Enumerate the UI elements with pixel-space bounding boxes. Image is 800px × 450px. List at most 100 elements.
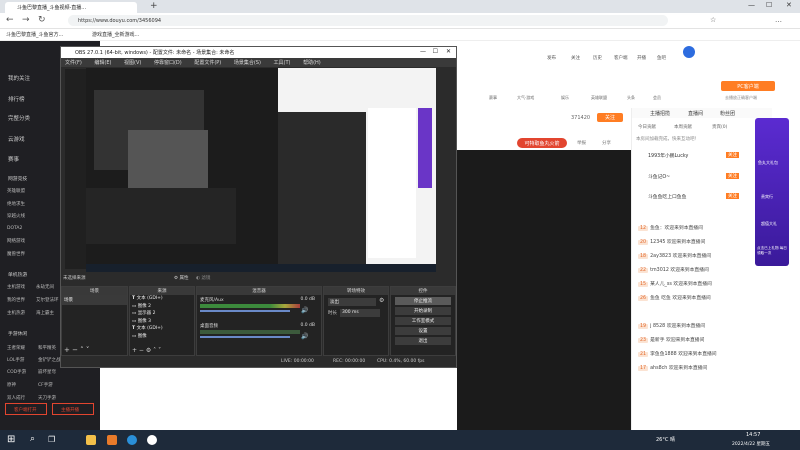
sidebar-link[interactable]: 海上霸主: [36, 310, 54, 316]
category-item[interactable]: 头条: [627, 95, 635, 101]
source-item[interactable]: ▭ 图像 2: [132, 303, 192, 311]
sidebar-link[interactable]: 主机游戏: [7, 284, 25, 290]
obs-menu-help[interactable]: 帮助(H): [303, 60, 321, 66]
forward-icon[interactable]: →: [22, 15, 30, 25]
header-icon-label[interactable]: 客户端: [614, 55, 628, 61]
client-open-button[interactable]: 客户端打开: [5, 403, 47, 415]
file-explorer-icon[interactable]: [86, 435, 96, 445]
promo-item[interactable]: 贵宾行: [761, 194, 773, 200]
reload-icon[interactable]: ↻: [38, 15, 46, 25]
sidebar-link[interactable]: 金铲铲之战: [38, 357, 61, 363]
minimize-icon[interactable]: —: [748, 1, 755, 9]
chat-subtab[interactable]: 今日贡献: [638, 124, 656, 130]
sidebar-link[interactable]: 艾尔登法环: [36, 297, 59, 303]
source-item[interactable]: ▭ 图像: [132, 333, 192, 341]
category-item[interactable]: 娱乐: [561, 95, 569, 101]
promo-panel[interactable]: 鱼丸大礼包 贵宾行 超值大礼 点击已上礼物 每日领取一次: [755, 118, 789, 266]
obs-close-icon[interactable]: ✕: [446, 48, 451, 55]
filters-button[interactable]: ◐ 滤镜: [196, 275, 210, 281]
sidebar-link[interactable]: 天刀手游: [38, 395, 56, 401]
sidebar-link[interactable]: 和平精英: [38, 345, 56, 351]
obs-icon[interactable]: [147, 435, 157, 445]
clock-date[interactable]: 2022/4/22 星期五: [732, 441, 770, 447]
sidebar-link[interactable]: DOTA2: [7, 226, 22, 231]
header-icon-label[interactable]: 鱼吧: [657, 55, 666, 61]
category-item[interactable]: 会员: [653, 95, 661, 101]
sidebar-link[interactable]: CF手游: [38, 382, 53, 388]
new-tab-icon[interactable]: +: [150, 1, 158, 11]
sidebar-link[interactable]: 双人成行: [7, 395, 25, 401]
sidebar-link[interactable]: 英雄联盟: [7, 188, 25, 194]
properties-button[interactable]: ⚙ 属性: [174, 275, 188, 281]
obs-maximize-icon[interactable]: ☐: [433, 48, 438, 55]
browser-tab[interactable]: 斗鱼巴黎直播_斗鱼视频-直播...: [5, 2, 137, 13]
header-icon-label[interactable]: 开播: [637, 55, 646, 61]
duration-input[interactable]: 300 ms: [340, 309, 380, 317]
more-icon[interactable]: …: [775, 16, 782, 24]
favorite-icon[interactable]: ☆: [710, 16, 716, 24]
studio-mode-button[interactable]: 工作室模式: [395, 317, 451, 325]
sidebar-link[interactable]: 原神: [7, 382, 16, 388]
obs-menu-file[interactable]: 文件(F): [65, 60, 82, 66]
stop-streaming-button[interactable]: 停止推流: [395, 297, 451, 305]
category-item[interactable]: 英雄联盟: [591, 95, 607, 101]
category-item[interactable]: 大气·游戏: [517, 95, 534, 101]
bookmark-item[interactable]: 游戏直播_全新游戏...: [92, 31, 139, 38]
sidebar-item-categories[interactable]: 完整分类: [8, 114, 30, 122]
sidebar-item-cloud-game[interactable]: 云游戏: [8, 135, 25, 143]
clock-time[interactable]: 14:57: [746, 432, 760, 438]
obs-menu-docks[interactable]: 停靠窗口(D): [154, 60, 182, 66]
app-icon[interactable]: [107, 435, 117, 445]
sidebar-link[interactable]: 王者荣耀: [7, 345, 25, 351]
sidebar-link[interactable]: 崩坏星穹: [38, 369, 56, 375]
mixer-volume-slider[interactable]: [200, 310, 290, 312]
sidebar-link[interactable]: LOL手游: [7, 357, 24, 363]
chat-tab[interactable]: 主播招揽: [650, 110, 670, 117]
report-link[interactable]: 举报: [577, 140, 586, 146]
sidebar-item-esports[interactable]: 赛事: [8, 155, 19, 163]
sidebar-link[interactable]: 我的世界: [7, 297, 25, 303]
category-item[interactable]: 赛事: [489, 95, 497, 101]
source-item[interactable]: T 文本 (GDI+): [132, 295, 192, 303]
sidebar-item-rank[interactable]: 排行榜: [8, 95, 25, 103]
obs-menu-scene-collection[interactable]: 场景集合(S): [234, 60, 261, 66]
chat-tab[interactable]: 粉丝团: [720, 110, 735, 117]
search-icon[interactable]: ⌕: [30, 434, 35, 444]
maximize-icon[interactable]: ☐: [766, 1, 772, 9]
rank-name[interactable]: 斗鱼鱼吃上口鱼鱼: [648, 193, 686, 200]
obs-menu-edit[interactable]: 编辑(E): [94, 60, 111, 66]
mixer-volume-slider[interactable]: [200, 336, 290, 338]
close-icon[interactable]: ✕: [786, 1, 792, 9]
obs-menu-profile[interactable]: 配置文件(P): [194, 60, 221, 66]
follow-button[interactable]: 关注: [597, 113, 623, 122]
obs-preview[interactable]: [86, 68, 436, 272]
video-player[interactable]: [457, 150, 631, 430]
sidebar-link[interactable]: 穿越火线: [7, 213, 25, 219]
source-item[interactable]: ▭ 图像 3: [132, 318, 192, 326]
sidebar-link[interactable]: 网络游戏: [7, 238, 25, 244]
bookmark-item[interactable]: 斗鱼巴黎直播_斗鱼官方...: [6, 31, 63, 38]
scene-add-remove-icons[interactable]: + − ˄ ˅: [64, 346, 89, 354]
sidebar-link[interactable]: 永劫无间: [36, 284, 54, 290]
promo-item[interactable]: 鱼丸大礼包: [758, 160, 778, 166]
transition-select[interactable]: 淡出: [328, 298, 376, 306]
start-recording-button[interactable]: 开始录制: [395, 307, 451, 315]
source-add-remove-icons[interactable]: + − ⚙ ˄ ˅: [132, 347, 161, 354]
sidebar-link[interactable]: 主机热游: [7, 310, 25, 316]
scene-item[interactable]: 场景: [62, 295, 127, 305]
speaker-icon[interactable]: 🔊: [301, 307, 308, 314]
obs-menu-view[interactable]: 视图(V): [124, 60, 141, 66]
weather-widget[interactable]: 26°C 晴: [656, 436, 675, 443]
sidebar-link[interactable]: 绝地求生: [7, 201, 25, 207]
chat-subtab[interactable]: 贵宾(0): [712, 124, 727, 130]
rank-name[interactable]: 1993年小鹏Lucky: [648, 152, 688, 159]
gift-button[interactable]: 可特取鱼丸火箭: [517, 138, 567, 148]
rank-name[interactable]: 斗鱼记O~: [648, 173, 670, 180]
chat-tab[interactable]: 直播间: [688, 110, 703, 117]
speaker-icon[interactable]: 🔊: [301, 333, 308, 340]
sidebar-item-follow[interactable]: 我的关注: [8, 74, 30, 82]
share-link[interactable]: 分享: [602, 140, 611, 146]
header-icon-label[interactable]: 关注: [571, 55, 580, 61]
chat-subtab[interactable]: 本周贡献: [674, 124, 692, 130]
url-input[interactable]: https://www.douyu.com/3456094: [68, 15, 668, 26]
